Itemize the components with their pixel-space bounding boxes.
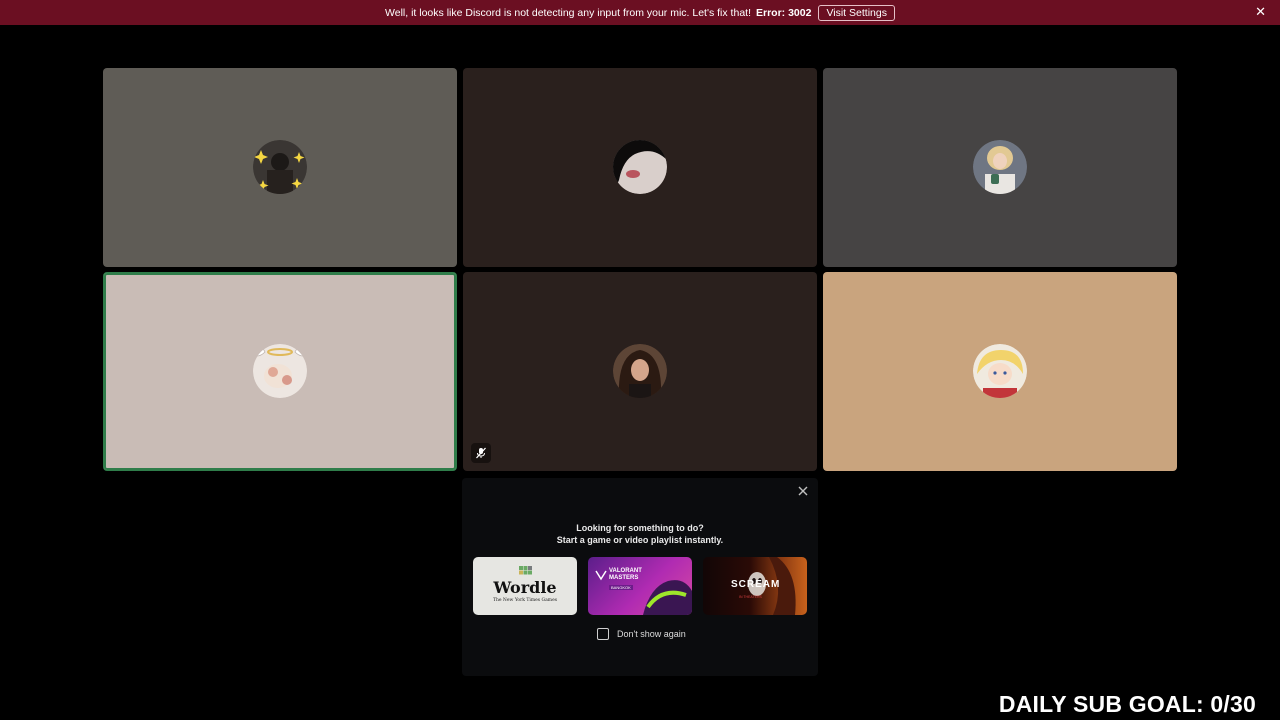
close-icon[interactable]: [796, 484, 810, 498]
banner-error-code: Error: 3002: [756, 6, 812, 19]
dont-show-label: Don't show again: [617, 629, 686, 639]
video-tile-1[interactable]: [103, 68, 457, 267]
scream-subtitle: IN THEATERS: [739, 595, 762, 599]
valorant-title: VALORANT MASTERS: [609, 568, 642, 581]
wordle-title: Wordle: [493, 578, 557, 597]
banner-message: Well, it looks like Discord is not detec…: [385, 6, 751, 19]
avatar-brunette: [613, 344, 667, 398]
checkbox-icon[interactable]: [597, 628, 609, 640]
avatar-dark-hair: [613, 140, 667, 194]
avatar-angel: [253, 344, 307, 398]
video-tile-2[interactable]: [463, 68, 817, 267]
video-tile-6[interactable]: [823, 272, 1177, 471]
video-tile-3[interactable]: [823, 68, 1177, 267]
prompt-line-2: Start a game or video playlist instantly…: [556, 535, 724, 545]
scream-title: SCREAM: [731, 579, 781, 590]
activity-card-scream[interactable]: SCREAM IN THEATERS: [703, 557, 807, 615]
avatar-sparkles: [253, 140, 307, 194]
dont-show-again-checkbox[interactable]: Don't show again: [597, 628, 686, 640]
avatar-blonde: [973, 140, 1027, 194]
prompt-line-1: Looking for something to do?: [576, 523, 704, 533]
wordle-grid-icon: [519, 566, 532, 575]
activity-suggestion-panel: Looking for something to do? Start a gam…: [462, 478, 818, 676]
video-tile-4[interactable]: [103, 272, 457, 471]
activity-prompt: Looking for something to do? Start a gam…: [462, 522, 818, 546]
mic-muted-icon: [471, 443, 491, 463]
avatar-anime: [973, 344, 1027, 398]
daily-sub-goal: DAILY SUB GOAL: 0/30: [998, 691, 1256, 717]
activity-card-valorant[interactable]: VALORANT MASTERS BANGKOK: [588, 557, 692, 615]
visit-settings-button[interactable]: Visit Settings: [818, 4, 895, 21]
valorant-subtitle: BANGKOK: [609, 585, 633, 590]
wordle-subtitle: The New York Times Games: [492, 598, 558, 603]
activity-card-wordle[interactable]: Wordle The New York Times Games: [473, 557, 577, 615]
banner-close-icon[interactable]: ✕: [1255, 5, 1266, 19]
video-tile-5[interactable]: [463, 272, 817, 471]
mic-error-banner: Well, it looks like Discord is not detec…: [0, 0, 1280, 25]
